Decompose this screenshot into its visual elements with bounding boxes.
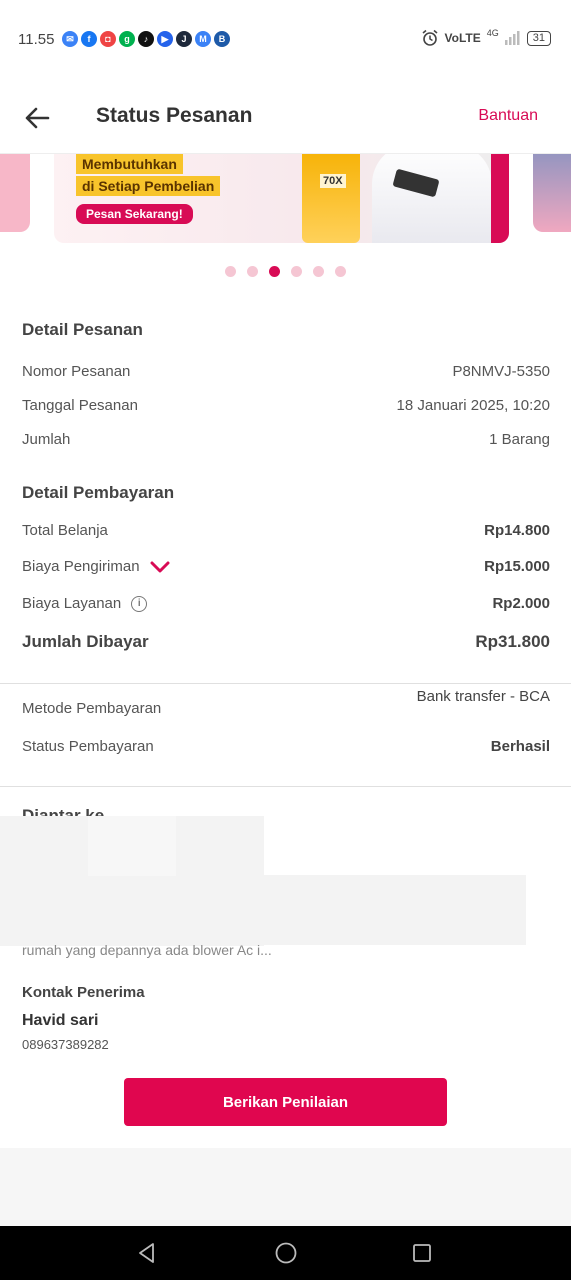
nav-back-icon[interactable] bbox=[135, 1241, 159, 1265]
banner-headline-2: di Setiap Pembelian bbox=[76, 176, 221, 196]
payment-detail-title: Detail Pembayaran bbox=[22, 483, 175, 502]
service-fee-value: Rp2.000 bbox=[492, 595, 550, 612]
order-detail-title: Detail Pesanan bbox=[22, 320, 143, 339]
service-fee-label-wrap: Biaya Layanan i bbox=[22, 595, 148, 612]
chevron-down-icon[interactable] bbox=[150, 560, 170, 574]
promo-banner[interactable]: Membutuhkan di Setiap Pembelian Pesan Se… bbox=[54, 154, 509, 243]
back-arrow-icon[interactable] bbox=[22, 102, 54, 134]
contact-title: Kontak Penerima bbox=[22, 984, 145, 1001]
redacted-address bbox=[264, 875, 526, 945]
carousel-dot[interactable] bbox=[335, 266, 346, 277]
j-app-icon: J bbox=[176, 31, 192, 47]
banner-cta-button[interactable]: Pesan Sekarang! bbox=[76, 204, 193, 224]
status-bar: 11.55 ✉ f ◘ g ♪ ▶ J M B VoLTE 4G 31 bbox=[0, 0, 571, 80]
shipping-fee-value: Rp15.000 bbox=[484, 558, 550, 575]
bottom-spacer bbox=[0, 1148, 571, 1226]
nav-recents-icon[interactable] bbox=[410, 1241, 434, 1265]
help-link[interactable]: Bantuan bbox=[478, 107, 538, 125]
shipping-fee-row: Biaya Pengiriman Rp15.000 bbox=[22, 558, 550, 575]
order-date-row: Tanggal Pesanan 18 Januari 2025, 10:20 bbox=[22, 397, 550, 414]
shipping-fee-label: Biaya Pengiriman bbox=[22, 558, 140, 575]
banner-accent bbox=[491, 154, 509, 243]
order-date-label: Tanggal Pesanan bbox=[22, 397, 138, 414]
total-belanja-value: Rp14.800 bbox=[484, 522, 550, 539]
next-banner-peek[interactable] bbox=[533, 154, 571, 232]
order-quantity-value: 1 Barang bbox=[489, 431, 550, 448]
order-number-value: P8NMVJ-5350 bbox=[452, 363, 550, 380]
clock: 11.55 bbox=[18, 31, 55, 48]
carousel-dot[interactable] bbox=[247, 266, 258, 277]
order-quantity-label: Jumlah bbox=[22, 431, 71, 448]
payment-status-label: Status Pembayaran bbox=[22, 738, 154, 755]
battery-icon: 31 bbox=[526, 30, 551, 46]
doctor-image bbox=[372, 154, 492, 243]
shipping-fee-toggle[interactable]: Biaya Pengiriman bbox=[22, 558, 170, 575]
order-number-row: Nomor Pesanan P8NMVJ-5350 bbox=[22, 363, 550, 380]
address-note: rumah yang depannya ada blower Ac i... bbox=[22, 942, 272, 958]
app-header: Status Pesanan Bantuan bbox=[0, 80, 571, 154]
divider bbox=[0, 786, 571, 787]
order-date-value: 18 Januari 2025, 10:20 bbox=[396, 397, 550, 414]
product-image bbox=[302, 154, 360, 243]
carousel-dot[interactable] bbox=[291, 266, 302, 277]
system-nav-bar bbox=[0, 1226, 571, 1280]
payment-status-row: Status Pembayaran Berhasil bbox=[22, 738, 550, 755]
divider bbox=[0, 683, 571, 684]
video-icon: ▶ bbox=[157, 31, 173, 47]
messages-icon: ✉ bbox=[62, 31, 78, 47]
give-rating-button[interactable]: Berikan Penilaian bbox=[124, 1078, 447, 1126]
tiktok-icon: ♪ bbox=[138, 31, 154, 47]
order-quantity-row: Jumlah 1 Barang bbox=[22, 431, 550, 448]
system-indicators: VoLTE 4G 31 bbox=[421, 28, 551, 47]
service-fee-row: Biaya Layanan i Rp2.000 bbox=[22, 595, 550, 612]
payment-status-value: Berhasil bbox=[490, 738, 550, 755]
carousel-dot[interactable] bbox=[313, 266, 324, 277]
carousel-indicators bbox=[0, 266, 571, 277]
network-gen-label: 4G bbox=[486, 28, 499, 38]
page-title: Status Pesanan bbox=[96, 104, 253, 127]
carousel-dot[interactable] bbox=[225, 266, 236, 277]
prev-banner-peek[interactable] bbox=[0, 154, 30, 232]
contact-name: Havid sari bbox=[22, 1012, 99, 1029]
alarm-icon bbox=[422, 29, 438, 46]
service-fee-label: Biaya Layanan bbox=[22, 595, 122, 612]
bca-icon: B bbox=[214, 31, 230, 47]
total-belanja-row: Total Belanja Rp14.800 bbox=[22, 522, 550, 539]
total-paid-label: Jumlah Dibayar bbox=[22, 632, 149, 651]
grab-icon: g bbox=[119, 31, 135, 47]
nav-home-icon[interactable] bbox=[274, 1241, 298, 1265]
shopping-bag-icon: ◘ bbox=[100, 31, 116, 47]
payment-method-label: Metode Pembayaran bbox=[22, 700, 162, 717]
redacted-address bbox=[88, 816, 176, 876]
facebook-icon: f bbox=[81, 31, 97, 47]
payment-method-value: Bank transfer - BCA bbox=[416, 688, 550, 705]
carousel-dot[interactable] bbox=[269, 266, 280, 277]
mail-icon: M bbox=[195, 31, 211, 47]
signal-icon bbox=[504, 31, 520, 45]
banner-headline-1: Membutuhkan bbox=[76, 154, 183, 174]
info-icon[interactable]: i bbox=[131, 595, 148, 612]
contact-phone: 089637389282 bbox=[22, 1037, 109, 1052]
total-paid-value: Rp31.800 bbox=[475, 632, 550, 651]
notification-icons: ✉ f ◘ g ♪ ▶ J M B bbox=[62, 31, 230, 47]
product-label: 70X bbox=[320, 174, 346, 188]
payment-method-row: Metode Pembayaran Bank transfer - BCA bbox=[22, 688, 550, 717]
order-number-label: Nomor Pesanan bbox=[22, 363, 131, 380]
volte-label: VoLTE bbox=[444, 31, 481, 45]
total-paid-row: Jumlah Dibayar Rp31.800 bbox=[22, 632, 550, 652]
total-belanja-label: Total Belanja bbox=[22, 522, 108, 539]
